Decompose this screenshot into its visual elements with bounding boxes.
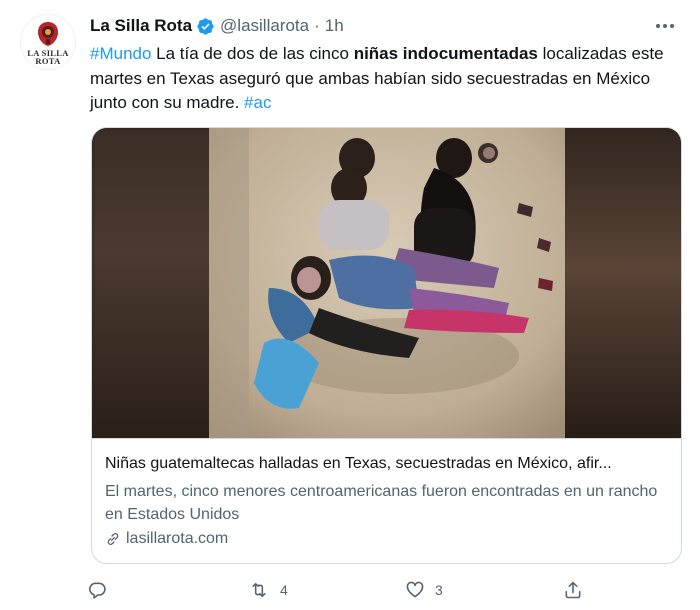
display-name[interactable]: La Silla Rota: [90, 16, 192, 36]
card-domain[interactable]: lasillarota.com: [105, 530, 228, 548]
tweet-bold-text: niñas indocumentadas: [353, 44, 538, 63]
link-icon: [107, 533, 119, 545]
share-button[interactable]: [563, 580, 583, 600]
like-button[interactable]: 3: [405, 580, 443, 600]
hashtag-link[interactable]: #ac: [244, 93, 271, 112]
image-blur-right: [562, 128, 681, 438]
like-count: 3: [435, 582, 443, 598]
tweet-text-part1: La tía de dos de las cinco: [151, 44, 354, 63]
card-photo: [209, 128, 565, 438]
card-description: El martes, cinco menores centroamericana…: [105, 483, 658, 523]
separator-dot: ·: [314, 16, 320, 35]
more-button[interactable]: [650, 13, 680, 39]
timestamp[interactable]: 1h: [325, 16, 344, 36]
card-info[interactable]: Niñas guatemaltecas halladas en Texas, s…: [92, 438, 681, 563]
retweet-button[interactable]: 4: [248, 580, 288, 600]
reply-button[interactable]: [87, 580, 117, 600]
card-image[interactable]: [92, 128, 681, 438]
image-blur-left: [92, 128, 212, 438]
share-icon: [565, 581, 581, 599]
avatar[interactable]: LA SILLA ROTA: [20, 14, 76, 70]
more-icon: [656, 24, 674, 28]
verified-badge-icon: [197, 17, 214, 35]
reply-icon: [89, 582, 106, 599]
avatar-text-line2: ROTA: [35, 56, 61, 66]
hashtag-link[interactable]: #Mundo: [90, 44, 151, 63]
tweet-header: La Silla Rota @lasillarota · 1h: [90, 13, 680, 39]
link-card[interactable]: Niñas guatemaltecas halladas en Texas, s…: [91, 127, 682, 564]
tweet-actions: 4 3: [85, 574, 595, 606]
logo-seal-icon: [38, 22, 58, 46]
retweet-count: 4: [280, 582, 288, 598]
retweet-icon: [252, 582, 266, 598]
card-title[interactable]: Niñas guatemaltecas halladas en Texas, s…: [105, 455, 665, 473]
like-icon: [406, 581, 424, 598]
card-domain-text: lasillarota.com: [126, 530, 229, 547]
handle[interactable]: @lasillarota: [220, 16, 309, 36]
tweet-text: #Mundo La tía de dos de las cinco niñas …: [90, 42, 680, 116]
avatar-wordmark: LA SILLA ROTA: [27, 49, 68, 66]
